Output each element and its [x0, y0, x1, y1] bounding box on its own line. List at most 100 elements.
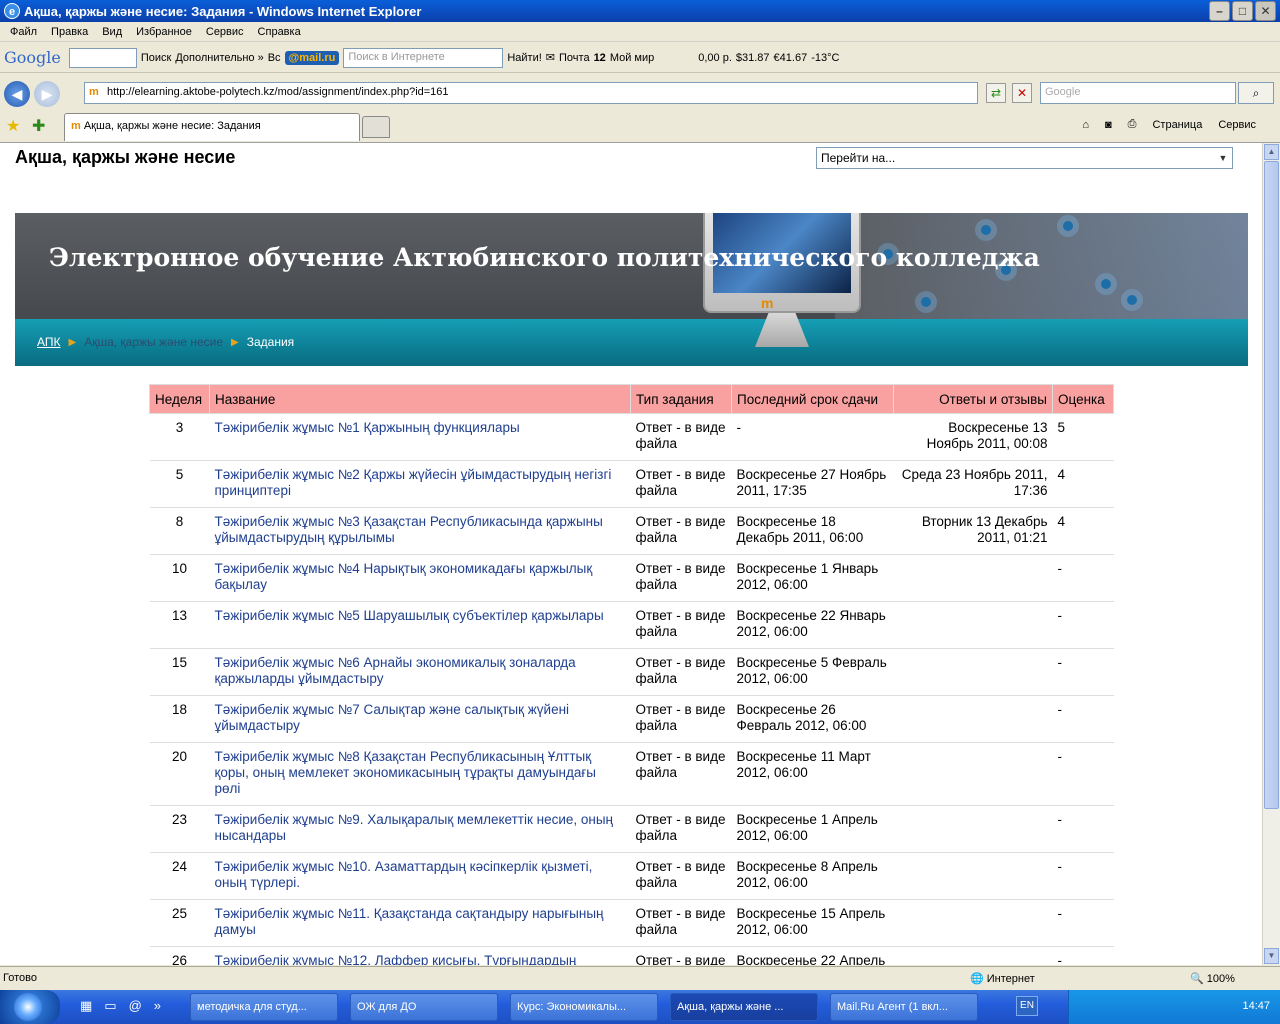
table-row: 5 Тәжірибелік жұмыс №2 Қаржы жүйесін ұйым…	[149, 460, 1114, 508]
money-balance[interactable]: 0,00 р.	[698, 52, 732, 64]
google-logo: Google	[4, 48, 61, 67]
google-search-button[interactable]: Поиск	[141, 52, 171, 64]
mail-count: 12	[593, 51, 606, 64]
col-type[interactable]: Тип задания	[630, 384, 732, 414]
task-item[interactable]: Курс: Экономикалы...	[510, 993, 658, 1021]
due-cell: Воскресенье 27 Ноябрь 2011, 17:35	[731, 460, 894, 508]
task-item[interactable]: Mail.Ru Агент (1 вкл...	[830, 993, 978, 1021]
tab-current[interactable]: m Ақша, қаржы және несие: Задания	[64, 113, 360, 141]
minimize-button[interactable]: –	[1209, 1, 1230, 21]
new-tab-button[interactable]	[362, 116, 390, 138]
col-due[interactable]: Последний срок сдачи	[731, 384, 894, 414]
task-item[interactable]: ОЖ для ДО	[350, 993, 498, 1021]
maximize-button[interactable]: □	[1232, 1, 1253, 21]
language-indicator[interactable]: EN	[1016, 996, 1038, 1016]
col-week[interactable]: Неделя	[149, 384, 210, 414]
overflow-icon[interactable]: »	[154, 998, 161, 1014]
col-grade[interactable]: Оценка	[1052, 384, 1114, 414]
zoom-level[interactable]: 🔍 100%	[1190, 972, 1235, 985]
col-responses[interactable]: Ответы и отзывы	[893, 384, 1053, 414]
refresh-button[interactable]: ⇄	[986, 83, 1006, 103]
map-marker-icon	[1063, 221, 1073, 231]
mailru-logo[interactable]: @mail.ru	[284, 50, 340, 65]
assignment-link[interactable]: Тәжірибелік жұмыс №12. Лаффер қисығы. Тұ…	[209, 946, 631, 965]
assignment-link[interactable]: Тәжірибелік жұмыс №6 Арнайы экономикалық…	[209, 648, 631, 696]
desktop-icon[interactable]: ▭	[104, 998, 116, 1014]
usd-rate[interactable]: $31.87	[736, 52, 770, 64]
type-cell: Ответ - в виде файла	[630, 946, 732, 965]
menu-view[interactable]: Вид	[102, 26, 122, 38]
week-cell: 8	[149, 507, 210, 555]
forward-button[interactable]: ▶	[34, 81, 60, 107]
window-titlebar[interactable]: e Ақша, қаржы және несие: Задания - Wind…	[0, 0, 1280, 22]
type-cell: Ответ - в виде файла	[630, 507, 732, 555]
assignment-link[interactable]: Тәжірибелік жұмыс №11. Қазақстанда сақта…	[209, 899, 631, 947]
live-search-input[interactable]: Google	[1040, 82, 1236, 104]
page-viewport[interactable]: Ақша, қаржы және несие Перейти на... ▼ m…	[0, 143, 1262, 965]
mail-agent-icon[interactable]: @	[129, 998, 142, 1014]
find-button[interactable]: Найти!	[507, 52, 541, 64]
week-cell: 20	[149, 742, 210, 806]
assignment-link[interactable]: Тәжірибелік жұмыс №10. Азаматтардың кәсі…	[209, 852, 631, 900]
due-cell: Воскресенье 1 Апрель 2012, 06:00	[731, 805, 894, 853]
menu-edit[interactable]: Правка	[51, 26, 88, 38]
table-row: 13 Тәжірибелік жұмыс №5 Шаруашылық субъек…	[149, 601, 1114, 649]
myworld-button[interactable]: Мой мир	[610, 52, 654, 64]
col-name[interactable]: Название	[209, 384, 631, 414]
menu-help[interactable]: Справка	[258, 26, 301, 38]
grade-cell: 4	[1052, 460, 1114, 508]
eur-rate[interactable]: €41.67	[774, 52, 808, 64]
assignment-link[interactable]: Тәжірибелік жұмыс №9. Халықаралық мемлек…	[209, 805, 631, 853]
breadcrumb-course-link[interactable]: Ақша, қаржы және несие	[84, 335, 223, 349]
assignment-link[interactable]: Тәжірибелік жұмыс №5 Шаруашылық субъекті…	[209, 601, 631, 649]
mail-icon[interactable]: ✉	[546, 51, 555, 64]
google-toolbar-input[interactable]	[68, 47, 137, 68]
assignment-link[interactable]: Тәжірибелік жұмыс №2 Қаржы жүйесін ұйымд…	[209, 460, 631, 508]
more-button[interactable]: Дополнительно »	[175, 52, 263, 64]
menu-favorites[interactable]: Избранное	[136, 26, 192, 38]
due-cell: Воскресенье 26 Февраль 2012, 06:00	[731, 695, 894, 743]
assignment-link[interactable]: Тәжірибелік жұмыс №3 Қазақстан Республик…	[209, 507, 631, 555]
tools-menu[interactable]: Сервис	[1218, 119, 1256, 131]
print-icon[interactable]: ⎙	[1128, 118, 1137, 131]
table-row: 26 Тәжірибелік жұмыс №12. Лаффер қисығы. …	[149, 946, 1114, 965]
weather-readout[interactable]: -13°C	[811, 52, 839, 64]
add-favorite-icon[interactable]: ✚	[32, 116, 45, 136]
due-cell: Воскресенье 18 Декабрь 2011, 06:00	[731, 507, 894, 555]
type-cell: Ответ - в виде файла	[630, 695, 732, 743]
back-button[interactable]: ◀	[4, 81, 30, 107]
address-field[interactable]: m http://elearning.aktobe-polytech.kz/mo…	[84, 82, 978, 104]
vertical-scrollbar[interactable]: ▲ ▼	[1262, 143, 1280, 965]
jump-to-value: Перейти на...	[821, 151, 896, 165]
assignment-link[interactable]: Тәжірибелік жұмыс №7 Салықтар және салық…	[209, 695, 631, 743]
jump-to-select[interactable]: Перейти на... ▼	[816, 147, 1233, 169]
scroll-up-icon[interactable]: ▲	[1264, 144, 1279, 160]
scroll-down-icon[interactable]: ▼	[1264, 948, 1279, 964]
start-button[interactable]	[0, 990, 60, 1024]
explorer-icon[interactable]: ▦	[80, 998, 92, 1014]
assignment-link[interactable]: Тәжірибелік жұмыс №1 Қаржының функциялар…	[209, 413, 631, 461]
menu-file[interactable]: Файл	[10, 26, 37, 38]
security-zone[interactable]: 🌐 Интернет	[970, 972, 1035, 985]
breadcrumb-home-link[interactable]: АПК	[37, 335, 60, 349]
clock[interactable]: 14:47	[1242, 1000, 1270, 1012]
addon-toolbar: Google Поиск Дополнительно » Вс @mail.ru…	[0, 43, 1280, 73]
internet-search-input[interactable]: Поиск в Интернете	[343, 47, 504, 68]
menu-tools[interactable]: Сервис	[206, 26, 244, 38]
scroll-thumb[interactable]	[1264, 161, 1279, 809]
favorites-star-icon[interactable]: ★	[6, 116, 20, 136]
search-button[interactable]: ⌕	[1238, 82, 1274, 104]
type-cell: Ответ - в виде файла	[630, 413, 732, 461]
task-item[interactable]: методичка для студ...	[190, 993, 338, 1021]
page-menu[interactable]: Страница	[1152, 119, 1202, 131]
assignment-link[interactable]: Тәжірибелік жұмыс №4 Нарықтық экономикад…	[209, 554, 631, 602]
home-icon[interactable]: ⌂	[1082, 119, 1089, 131]
mail-label[interactable]: Почта	[559, 52, 590, 64]
task-item-active[interactable]: Ақша, қаржы және ...	[670, 993, 818, 1021]
chevron-down-icon: ▼	[1218, 153, 1228, 163]
close-button[interactable]: ✕	[1255, 1, 1276, 21]
vs-button[interactable]: Вс	[268, 52, 281, 64]
feeds-icon[interactable]: ◙	[1105, 119, 1112, 131]
stop-button[interactable]: ✕	[1012, 83, 1032, 103]
assignment-link[interactable]: Тәжірибелік жұмыс №8 Қазақстан Республик…	[209, 742, 631, 806]
